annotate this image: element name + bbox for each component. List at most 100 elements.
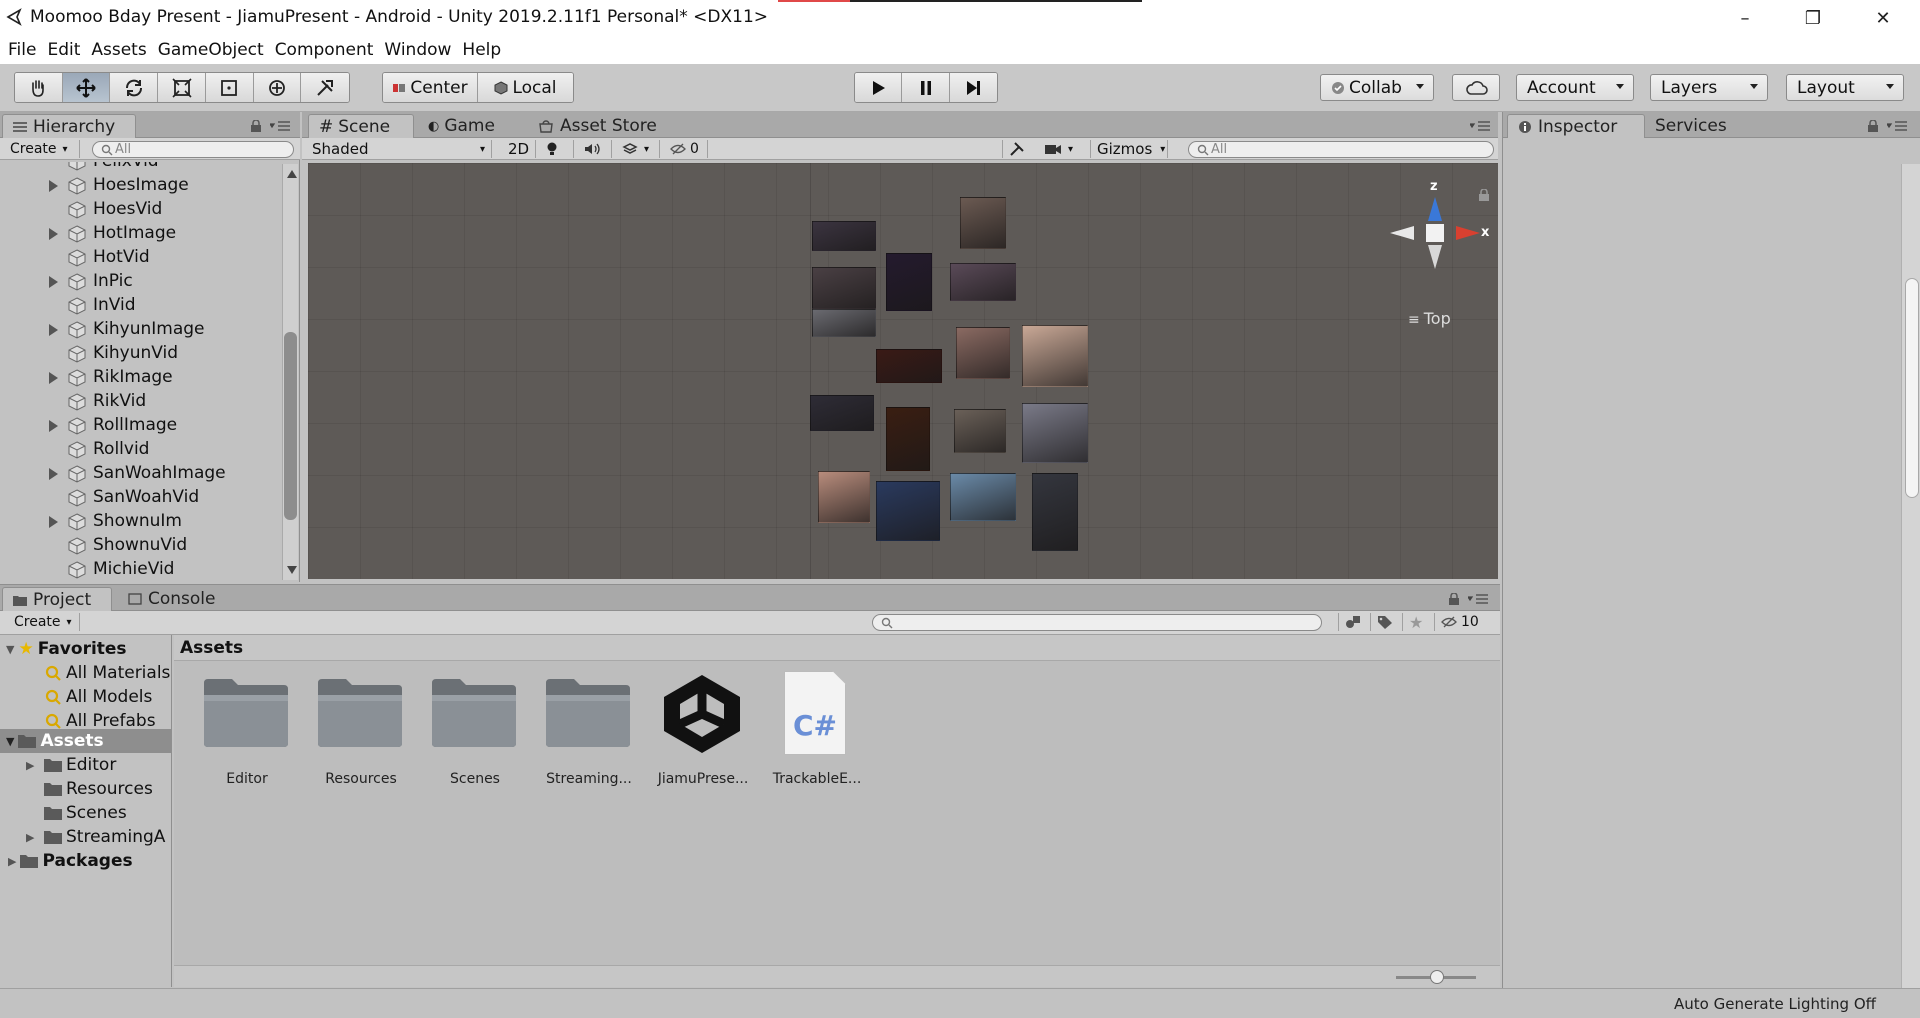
- step-button[interactable]: [949, 73, 997, 102]
- hierarchy-item[interactable]: KihyunImage: [0, 318, 280, 342]
- rotate-tool-button[interactable]: [110, 73, 159, 102]
- tab-hierarchy[interactable]: Hierarchy: [2, 114, 136, 138]
- scene-image-quad[interactable]: [1022, 325, 1088, 387]
- asset-item[interactable]: Resources: [314, 677, 408, 797]
- asset-tree-item[interactable]: Scenes: [26, 801, 127, 825]
- favorite-item[interactable]: All Materials: [44, 661, 170, 685]
- zoom-slider-thumb[interactable]: [1430, 970, 1444, 984]
- scroll-down-icon[interactable]: [287, 566, 297, 574]
- move-tool-button[interactable]: [62, 73, 111, 102]
- menu-edit[interactable]: Edit: [47, 40, 80, 60]
- hierarchy-item[interactable]: InPic: [0, 270, 280, 294]
- filter-by-type-button[interactable]: [1338, 613, 1368, 631]
- asset-tree-item[interactable]: ▶ Editor: [26, 753, 116, 777]
- scene-image-quad[interactable]: [886, 407, 930, 471]
- hierarchy-item[interactable]: RikVid: [0, 390, 280, 414]
- asset-tree-item[interactable]: ▶ StreamingA: [26, 825, 165, 849]
- expand-right-icon[interactable]: [49, 516, 58, 528]
- expand-right-icon[interactable]: [49, 180, 58, 192]
- menu-window[interactable]: Window: [384, 40, 451, 60]
- hierarchy-item[interactable]: ShownuIm: [0, 510, 280, 534]
- asset-item[interactable]: Editor: [200, 677, 294, 797]
- scene-image-quad[interactable]: [810, 395, 874, 431]
- collab-dropdown[interactable]: Collab: [1320, 74, 1434, 101]
- hierarchy-item[interactable]: ShownuVid: [0, 534, 280, 558]
- shading-mode-dropdown[interactable]: Shaded ▾: [306, 140, 492, 158]
- scene-image-quad[interactable]: [950, 473, 1016, 521]
- scroll-up-icon[interactable]: [287, 170, 297, 178]
- scale-tool-button[interactable]: [158, 73, 206, 102]
- expand-right-icon[interactable]: ▶: [26, 831, 44, 844]
- scene-image-quad[interactable]: [876, 349, 942, 383]
- scene-image-quad[interactable]: [960, 197, 1006, 249]
- hierarchy-item[interactable]: FelixVid: [0, 162, 280, 174]
- expand-right-icon[interactable]: [49, 324, 58, 336]
- lock-icon[interactable]: [1448, 593, 1460, 605]
- asset-item[interactable]: Scenes: [428, 677, 522, 797]
- hierarchy-item[interactable]: HoesImage: [0, 174, 280, 198]
- scene-image-quad[interactable]: [1032, 473, 1078, 551]
- hidden-packages-toggle[interactable]: 10: [1434, 613, 1496, 631]
- tab-services[interactable]: Services: [1645, 114, 1755, 138]
- camera-dropdown[interactable]: ▾: [1038, 140, 1082, 158]
- expand-right-icon[interactable]: [49, 372, 58, 384]
- favorites-header[interactable]: ▼ ★ Favorites: [0, 637, 127, 661]
- panel-menu-icon[interactable]: [1468, 593, 1488, 605]
- favorites-button[interactable]: ★: [1402, 613, 1432, 632]
- play-button[interactable]: [855, 73, 903, 102]
- hierarchy-item[interactable]: HoesVid: [0, 198, 280, 222]
- pause-button[interactable]: [902, 73, 950, 102]
- hierarchy-item[interactable]: MichieVid: [0, 558, 280, 582]
- effects-dropdown[interactable]: ▾: [616, 140, 660, 158]
- audio-toggle-button[interactable]: [578, 140, 612, 158]
- hand-tool-button[interactable]: [15, 73, 63, 102]
- tab-console[interactable]: Console: [118, 587, 228, 611]
- lighting-toggle-button[interactable]: [540, 140, 574, 158]
- lock-icon[interactable]: [1867, 120, 1879, 132]
- scene-image-quad[interactable]: [876, 481, 940, 541]
- menu-file[interactable]: File: [8, 40, 36, 60]
- transform-tool-button[interactable]: [253, 73, 302, 102]
- asset-item[interactable]: JiamuPrese...: [656, 675, 750, 797]
- menu-gameobject[interactable]: GameObject: [158, 40, 264, 60]
- tab-scene[interactable]: # Scene: [308, 114, 414, 138]
- scene-image-quad[interactable]: [1022, 403, 1088, 463]
- hierarchy-search-input[interactable]: All: [92, 141, 294, 158]
- hierarchy-item[interactable]: HotImage: [0, 222, 280, 246]
- menu-assets[interactable]: Assets: [91, 40, 146, 60]
- hierarchy-create-button[interactable]: Create ▾: [4, 140, 80, 158]
- tab-asset-store[interactable]: Asset Store: [528, 114, 678, 138]
- tab-game[interactable]: ◐ Game: [418, 114, 518, 138]
- scene-image-quad[interactable]: [812, 267, 876, 309]
- panel-menu-icon[interactable]: [270, 120, 290, 132]
- hierarchy-item[interactable]: InVid: [0, 294, 280, 318]
- asset-tree-item[interactable]: Resources: [26, 777, 153, 801]
- gizmos-dropdown[interactable]: Gizmos ▾: [1090, 140, 1168, 158]
- scene-image-quad[interactable]: [956, 327, 1010, 379]
- tab-project[interactable]: Project: [2, 587, 112, 611]
- inspector-scroll-thumb[interactable]: [1905, 278, 1919, 498]
- expand-right-icon[interactable]: [49, 228, 58, 240]
- expand-right-icon[interactable]: ▶: [26, 759, 44, 772]
- rect-tool-button[interactable]: [205, 73, 254, 102]
- hidden-objects-toggle[interactable]: 0: [664, 140, 708, 158]
- panel-menu-icon[interactable]: [1470, 120, 1490, 132]
- scene-image-quad[interactable]: [812, 309, 876, 337]
- pivot-local-button[interactable]: Local: [478, 73, 573, 102]
- filter-by-label-button[interactable]: [1370, 613, 1400, 631]
- scene-tools-button[interactable]: [1002, 140, 1034, 158]
- minimize-button[interactable]: –: [1712, 0, 1778, 36]
- project-create-button[interactable]: Create ▾: [8, 613, 80, 631]
- scene-search-input[interactable]: All: [1188, 141, 1494, 158]
- menu-help[interactable]: Help: [462, 40, 501, 60]
- hierarchy-scroll-thumb[interactable]: [284, 332, 297, 520]
- hierarchy-item[interactable]: RollImage: [0, 414, 280, 438]
- hierarchy-item[interactable]: Rollvid: [0, 438, 280, 462]
- lock-icon[interactable]: [1478, 189, 1490, 201]
- layout-dropdown[interactable]: Layout: [1786, 74, 1904, 101]
- hierarchy-item[interactable]: HotVid: [0, 246, 280, 270]
- expand-right-icon[interactable]: [49, 420, 58, 432]
- hierarchy-item[interactable]: KihyunVid: [0, 342, 280, 366]
- orientation-gizmo[interactable]: z x ≡ Top: [1378, 175, 1490, 328]
- hierarchy-item[interactable]: SanWoahImage: [0, 462, 280, 486]
